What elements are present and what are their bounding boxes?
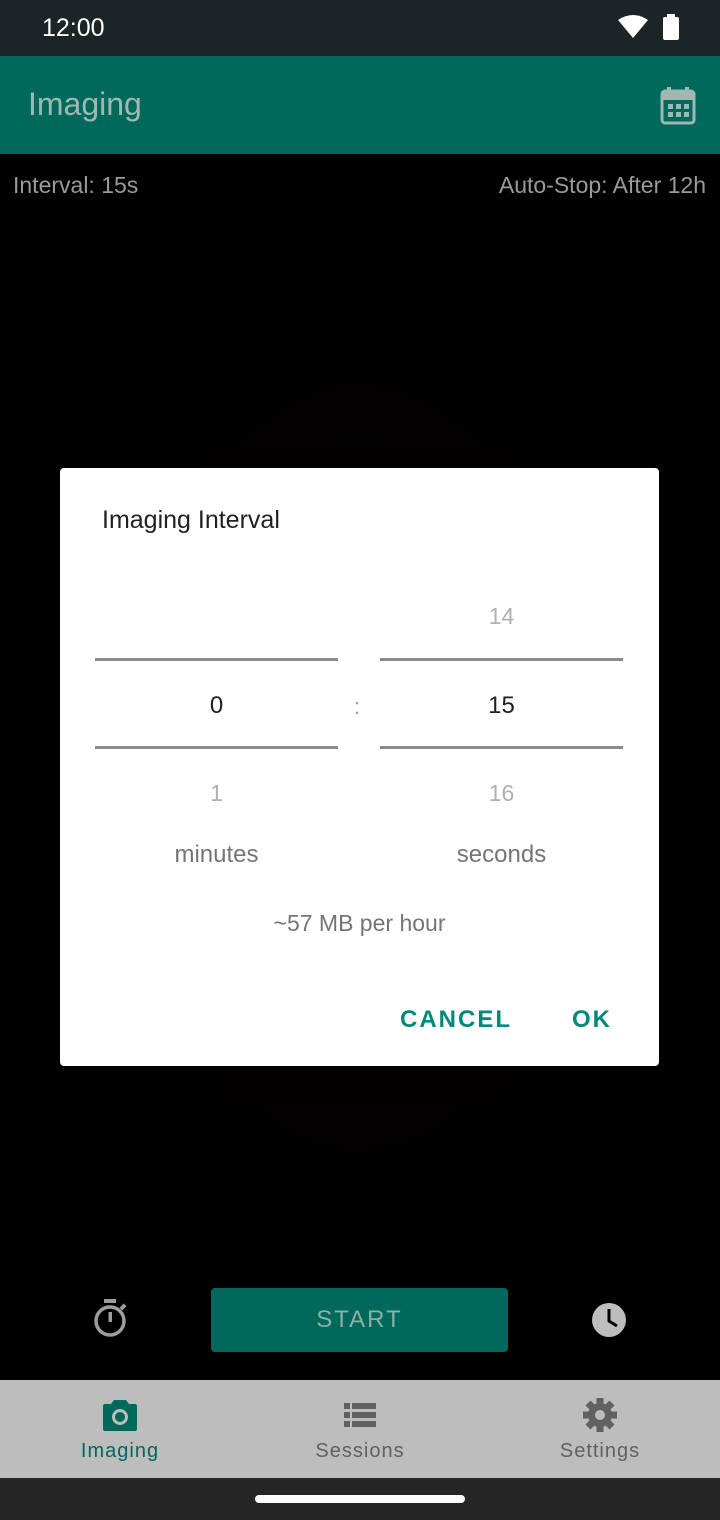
- picker-divider: [95, 746, 338, 749]
- app-bar: Imaging: [0, 56, 720, 154]
- calendar-icon[interactable]: [660, 87, 696, 125]
- wifi-icon: [618, 15, 648, 38]
- clock-icon[interactable]: [591, 1302, 627, 1338]
- auto-stop-label: Auto-Stop: After 12h: [498, 172, 706, 198]
- status-time: 12:00: [42, 14, 105, 42]
- nav-item-settings[interactable]: Settings: [480, 1380, 720, 1478]
- seconds-unit-label: seconds: [456, 841, 547, 868]
- list-icon: [344, 1403, 376, 1427]
- picker-divider: [380, 658, 623, 661]
- minutes-picker[interactable]: 0 1 minutes: [95, 588, 338, 868]
- home-gesture-handle[interactable]: [255, 1495, 465, 1503]
- cancel-button[interactable]: CANCEL: [400, 1006, 512, 1034]
- nav-label-settings: Settings: [559, 1440, 641, 1462]
- seconds-prev-value[interactable]: 14: [380, 603, 623, 630]
- bottom-navigation: Imaging Sessions Settings: [0, 1380, 720, 1478]
- start-button[interactable]: START: [211, 1288, 508, 1352]
- dialog-title: Imaging Interval: [102, 506, 280, 534]
- seconds-picker[interactable]: 14 15 16 seconds: [380, 588, 623, 868]
- nav-label-imaging: Imaging: [80, 1440, 160, 1462]
- ok-button[interactable]: OK: [572, 1006, 612, 1034]
- interval-label: Interval: 15s: [13, 172, 139, 198]
- seconds-next-value[interactable]: 16: [380, 780, 623, 807]
- minutes-unit-label: minutes: [174, 841, 259, 868]
- camera-icon: [103, 1400, 137, 1431]
- nav-item-imaging[interactable]: Imaging: [0, 1380, 240, 1478]
- status-bar: 12:00: [0, 0, 720, 56]
- battery-icon: [663, 14, 679, 40]
- storage-estimate: ~57 MB per hour: [273, 910, 446, 936]
- minutes-current-value[interactable]: 0: [95, 692, 338, 720]
- seconds-current-value[interactable]: 15: [380, 692, 623, 720]
- gesture-bar: [0, 1478, 720, 1520]
- minutes-next-value[interactable]: 1: [95, 780, 338, 807]
- nav-item-sessions[interactable]: Sessions: [240, 1380, 480, 1478]
- timer-icon[interactable]: [92, 1299, 128, 1337]
- app-title: Imaging: [28, 86, 142, 122]
- picker-divider: [95, 658, 338, 661]
- picker-divider: [380, 746, 623, 749]
- gear-icon: [583, 1398, 617, 1432]
- imaging-interval-dialog: Imaging Interval 0 1 minutes : 14 15 16 …: [60, 468, 659, 1066]
- time-separator: :: [354, 694, 361, 719]
- nav-label-sessions: Sessions: [315, 1440, 405, 1462]
